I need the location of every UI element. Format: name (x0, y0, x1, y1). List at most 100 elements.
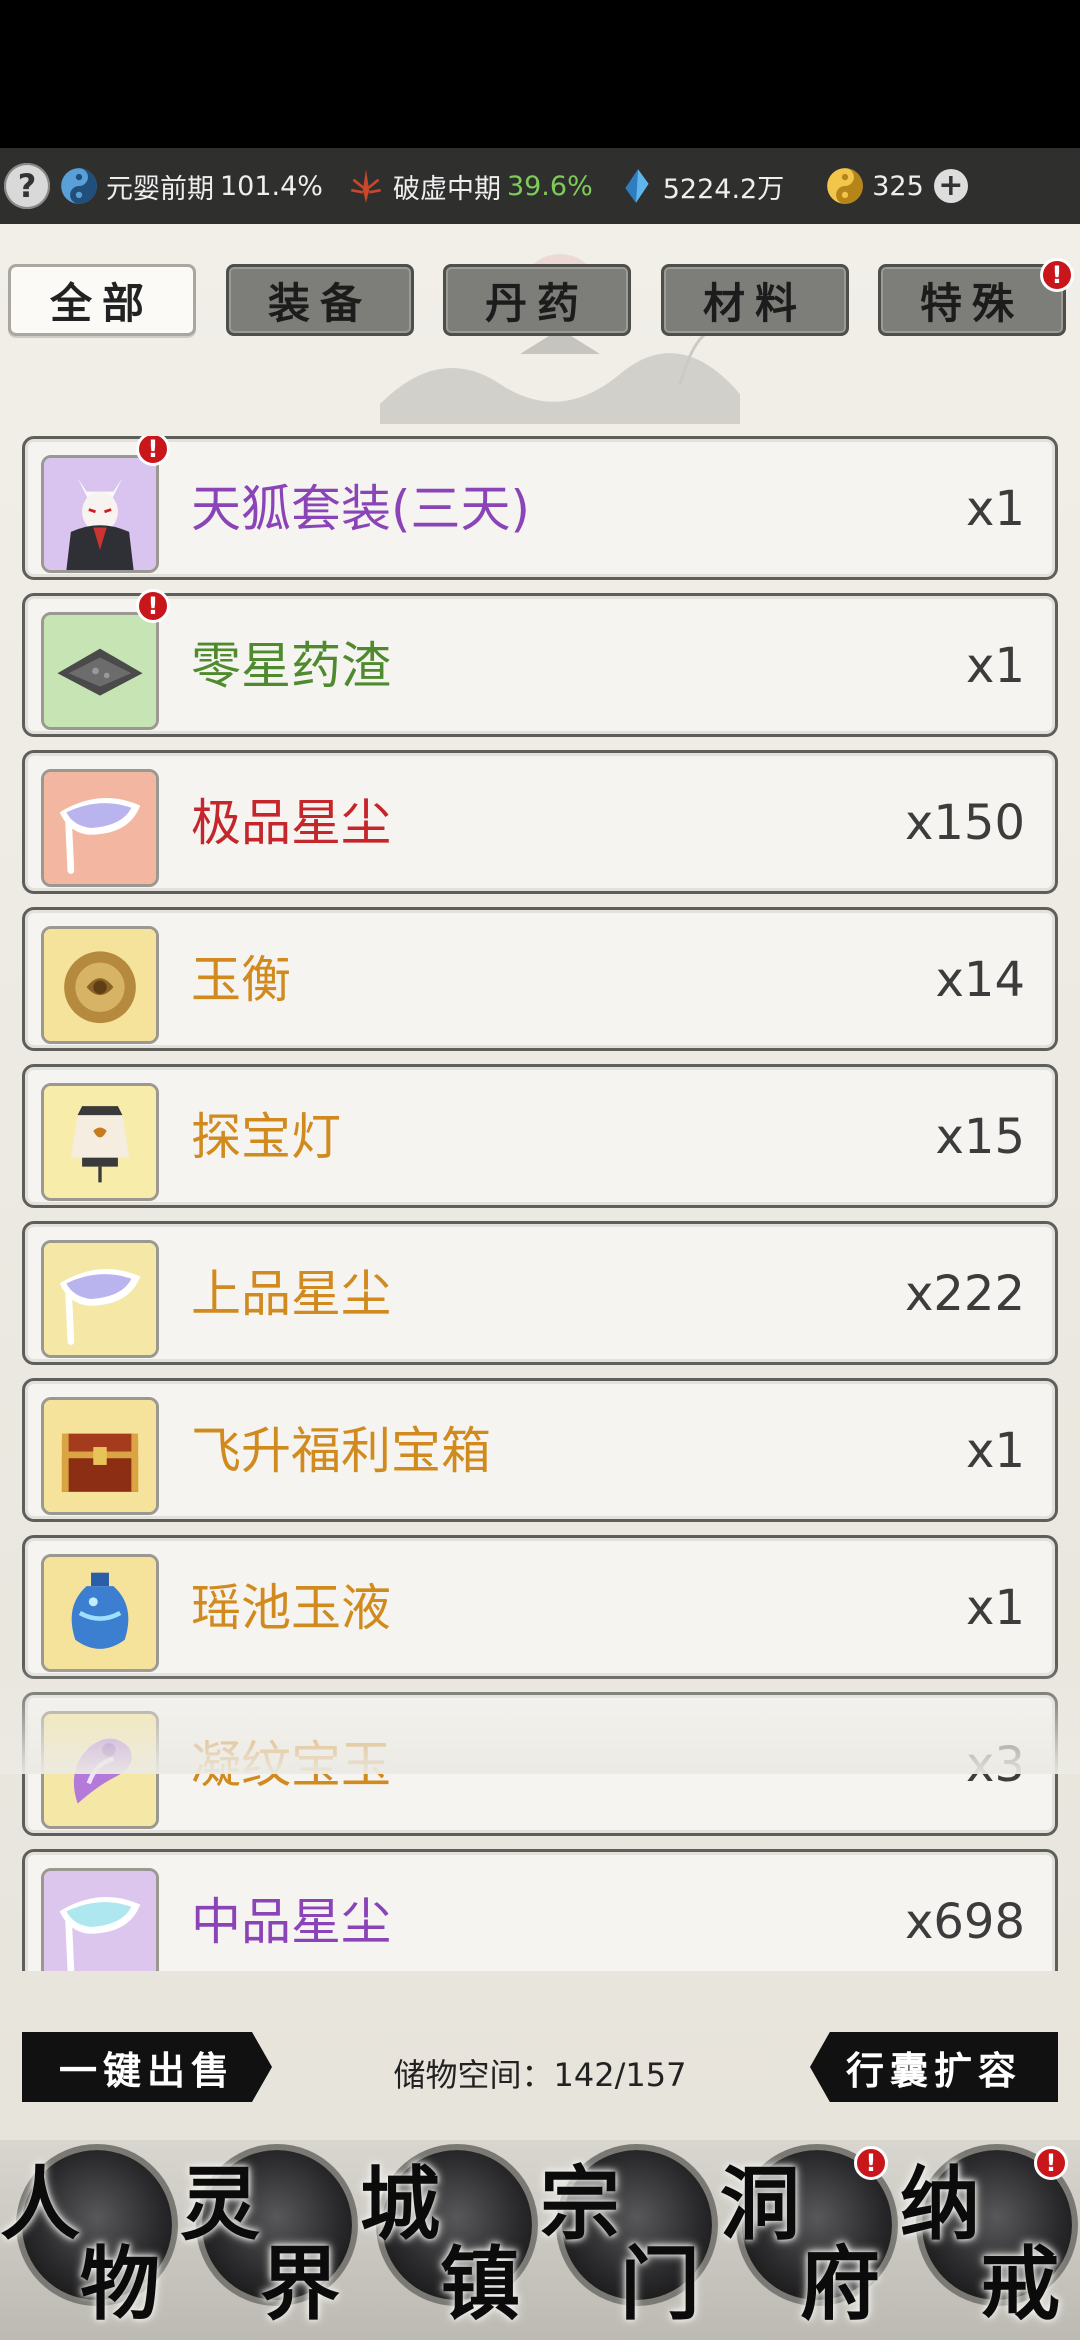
jade-vase-icon (44, 1557, 156, 1669)
stardust-icon (44, 1871, 156, 1971)
nav-char-1: 纳 (900, 2157, 980, 2251)
item-name: 天狐套装(三天) (191, 480, 531, 538)
bottom-navigation: 人 物 灵 界 城 镇 宗 门 洞 府 ! 纳 戒 ! (0, 2140, 1080, 2340)
add-currency-button[interactable]: + (933, 169, 968, 203)
inventory-screen: ? 元婴前期 101.4% 破虚中期 39.6% 5224.2万 325 + 全… (0, 0, 1080, 2340)
item-quantity: x1 (966, 1580, 1025, 1636)
nav-char-1: 宗 (540, 2157, 620, 2251)
nav-alert-badge: ! (854, 2146, 888, 2180)
list-item[interactable]: 零星药渣 x1 (22, 593, 1058, 737)
item-name: 零星药渣 (191, 637, 391, 695)
item-quantity: x222 (904, 1266, 1025, 1322)
list-item[interactable]: 飞升福利宝箱 x1 (22, 1378, 1058, 1522)
item-thumbnail (41, 769, 159, 887)
item-thumbnail (41, 1554, 159, 1672)
nav-town[interactable]: 城 镇 (360, 2140, 540, 2340)
gold-taiji-icon (827, 168, 864, 204)
nav-sect[interactable]: 宗 门 (540, 2140, 720, 2340)
item-alert-badge: ! (136, 589, 170, 623)
item-list[interactable]: 天狐套装(三天) x1 零星药渣 x1 极品星尘 x150 玉衡 x14 探宝灯… (22, 436, 1058, 1971)
nav-spirit-realm[interactable]: 灵 界 (180, 2140, 360, 2340)
nav-char-1: 灵 (180, 2157, 260, 2251)
realm2-value: 39.6% (506, 170, 593, 202)
item-thumbnail (41, 1083, 159, 1201)
item-quantity: x1 (966, 481, 1025, 537)
tab-special-alert-badge: ! (1040, 258, 1074, 292)
top-black-area (0, 0, 1080, 148)
nav-cave-mansion[interactable]: 洞 府 ! (720, 2140, 900, 2340)
nav-char-2: 戒 (980, 2237, 1060, 2331)
stardust-icon (44, 1243, 156, 1355)
gold-counter: 325 + (824, 165, 968, 207)
nav-char-1: 人 (0, 2157, 80, 2251)
spirit-crystal-icon (625, 169, 649, 203)
nav-char-2: 界 (260, 2237, 340, 2331)
nav-char-2: 镇 (440, 2237, 520, 2331)
nav-storage-ring[interactable]: 纳 戒 ! (900, 2140, 1080, 2340)
item-quantity: x3 (966, 1737, 1025, 1793)
nav-char-2: 门 (620, 2237, 700, 2331)
item-quantity: x15 (935, 1109, 1025, 1165)
item-thumbnail (41, 1240, 159, 1358)
yin-yang-icon (61, 168, 97, 204)
realm-progress-2: 破虚中期 39.6% (345, 165, 593, 207)
item-thumbnail (41, 1711, 159, 1829)
tab-equipment[interactable]: 装备 (226, 264, 414, 336)
nav-char-1: 洞 (720, 2157, 800, 2251)
nav-char-2: 府 (800, 2237, 880, 2331)
storage-label: 储物空间： (393, 2056, 554, 2094)
item-thumbnail (41, 455, 159, 573)
tab-special[interactable]: 特殊 (878, 264, 1066, 336)
item-name: 极品星尘 (191, 794, 391, 852)
herb-residue-icon (44, 615, 156, 727)
item-name: 探宝灯 (191, 1108, 341, 1166)
help-button[interactable]: ? (4, 163, 50, 209)
nav-char-2: 物 (80, 2237, 160, 2331)
treasure-chest-icon (44, 1400, 156, 1512)
jade-gem-icon (44, 1714, 156, 1826)
list-item[interactable]: 天狐套装(三天) x1 (22, 436, 1058, 580)
item-quantity: x150 (904, 795, 1025, 851)
item-name: 凝纹宝玉 (191, 1736, 391, 1794)
status-bar: ? 元婴前期 101.4% 破虚中期 39.6% 5224.2万 325 + (0, 148, 1080, 224)
item-name: 玉衡 (191, 951, 291, 1009)
nav-character[interactable]: 人 物 (0, 2140, 180, 2340)
stardust-icon (44, 772, 156, 884)
realm2-label: 破虚中期 (392, 173, 501, 205)
item-name: 中品星尘 (191, 1893, 391, 1951)
jade-disc-icon (44, 929, 156, 1041)
storage-value: 142/157 (553, 2056, 687, 2094)
list-item[interactable]: 玉衡 x14 (22, 907, 1058, 1051)
realm1-label: 元婴前期 (106, 173, 214, 205)
item-name: 飞升福利宝箱 (191, 1422, 491, 1480)
tab-pills[interactable]: 丹药 (443, 264, 631, 336)
tab-all[interactable]: 全部 (8, 264, 196, 336)
spirit-stone-value: 5224.2万 (662, 173, 785, 205)
item-thumbnail (41, 926, 159, 1044)
tab-materials[interactable]: 材料 (661, 264, 849, 336)
item-quantity: x1 (966, 638, 1025, 694)
inventory-footer: 一键出售 储物空间：142/157 行囊扩容 (0, 2012, 1080, 2122)
expand-bag-button[interactable]: 行囊扩容 (810, 2032, 1058, 2102)
list-item[interactable]: 瑶池玉液 x1 (22, 1535, 1058, 1679)
item-thumbnail (41, 612, 159, 730)
list-item[interactable]: 上品星尘 x222 (22, 1221, 1058, 1365)
treasure-lamp-icon (44, 1086, 156, 1198)
spirit-stone-counter: 5224.2万 (615, 165, 784, 207)
realm-progress-1: 元婴前期 101.4% (58, 165, 323, 207)
realm1-value: 101.4% (220, 170, 323, 202)
main-panel: 全部 装备 丹药 材料 特殊 ! 天狐套装(三天) x1 零星药渣 x1 极品星… (0, 224, 1080, 2140)
list-item[interactable]: 极品星尘 x150 (22, 750, 1058, 894)
nav-alert-badge: ! (1034, 2146, 1068, 2180)
list-item[interactable]: 中品星尘 x698 (22, 1849, 1058, 1971)
fox-outfit-icon (44, 458, 156, 570)
item-thumbnail (41, 1868, 159, 1971)
list-item[interactable]: 探宝灯 x15 (22, 1064, 1058, 1208)
item-quantity: x14 (935, 952, 1025, 1008)
list-item[interactable]: 凝纹宝玉 x3 (22, 1692, 1058, 1836)
nav-char-1: 城 (360, 2157, 440, 2251)
item-thumbnail (41, 1397, 159, 1515)
item-name: 上品星尘 (191, 1265, 391, 1323)
item-name: 瑶池玉液 (191, 1579, 391, 1637)
category-tabs: 全部 装备 丹药 材料 特殊 ! (0, 258, 1080, 344)
